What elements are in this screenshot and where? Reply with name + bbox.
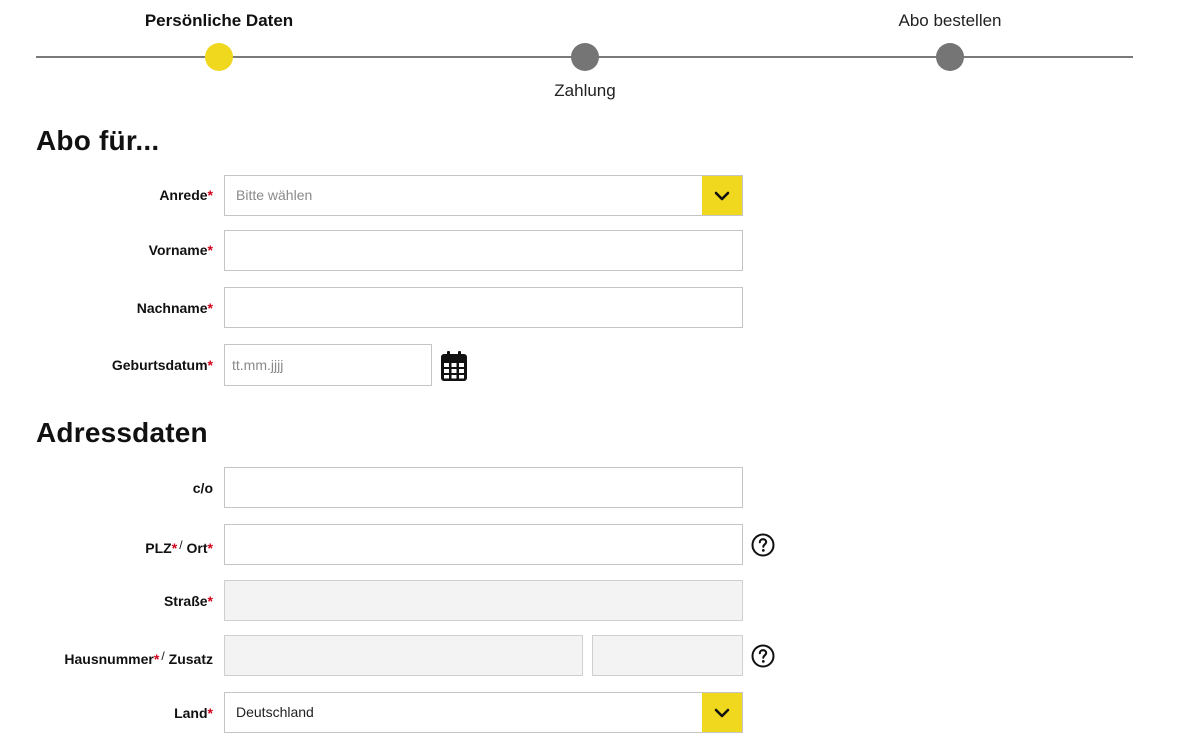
- zusatz-field[interactable]: [592, 635, 743, 676]
- nachname-field[interactable]: [224, 287, 743, 328]
- anrede-select-placeholder: Bitte wählen: [236, 187, 313, 203]
- section-title-adressdaten: Adressdaten: [36, 417, 208, 448]
- step-indicator-persoenliche-daten: [205, 43, 233, 71]
- land-label: Land*: [174, 705, 213, 721]
- strasse-label: Straße*: [163, 593, 213, 609]
- step-label-abo-bestellen[interactable]: Abo bestellen: [898, 11, 1001, 31]
- anrede-select[interactable]: Bitte wählen: [224, 175, 743, 216]
- plz-ort-label: PLZ* / Ort*: [145, 538, 213, 556]
- zusatz-input[interactable]: [593, 636, 742, 675]
- nachname-input[interactable]: [225, 288, 742, 327]
- geburtsdatum-field[interactable]: [224, 344, 432, 386]
- vorname-field[interactable]: [224, 230, 743, 271]
- chevron-down-icon[interactable]: [702, 693, 742, 732]
- calendar-icon[interactable]: [440, 350, 468, 382]
- land-select[interactable]: Deutschland: [224, 692, 743, 733]
- strasse-input[interactable]: [225, 581, 742, 620]
- land-select-value: Deutschland: [236, 704, 314, 720]
- co-input[interactable]: [225, 468, 742, 507]
- anrede-label: Anrede*: [159, 187, 213, 203]
- strasse-field[interactable]: [224, 580, 743, 621]
- hausnummer-field[interactable]: [224, 635, 583, 676]
- step-label-persoenliche-daten: Persönliche Daten: [144, 11, 294, 30]
- co-label: c/o: [192, 480, 213, 496]
- chevron-down-icon[interactable]: [702, 176, 742, 215]
- section-title-abo-fuer: Abo für...: [36, 125, 160, 156]
- progress-stepper: Persönliche Daten Zahlung Abo bestellen: [0, 0, 1201, 110]
- vorname-input[interactable]: [225, 231, 742, 270]
- plz-ort-field[interactable]: [224, 524, 743, 565]
- plz-ort-input[interactable]: [225, 525, 742, 564]
- help-icon[interactable]: [751, 644, 775, 668]
- geburtsdatum-input[interactable]: [225, 345, 431, 385]
- vorname-label: Vorname*: [148, 242, 213, 258]
- help-icon[interactable]: [751, 533, 775, 557]
- step-indicator-zahlung[interactable]: [571, 43, 599, 71]
- geburtsdatum-label: Geburtsdatum*: [111, 357, 213, 373]
- hausnummer-input[interactable]: [225, 636, 582, 675]
- co-field[interactable]: [224, 467, 743, 508]
- step-indicator-abo-bestellen[interactable]: [936, 43, 964, 71]
- step-label-zahlung[interactable]: Zahlung: [554, 81, 615, 101]
- nachname-label: Nachname*: [136, 300, 213, 316]
- hausnummer-zusatz-label: Hausnummer* / Zusatz: [64, 649, 213, 667]
